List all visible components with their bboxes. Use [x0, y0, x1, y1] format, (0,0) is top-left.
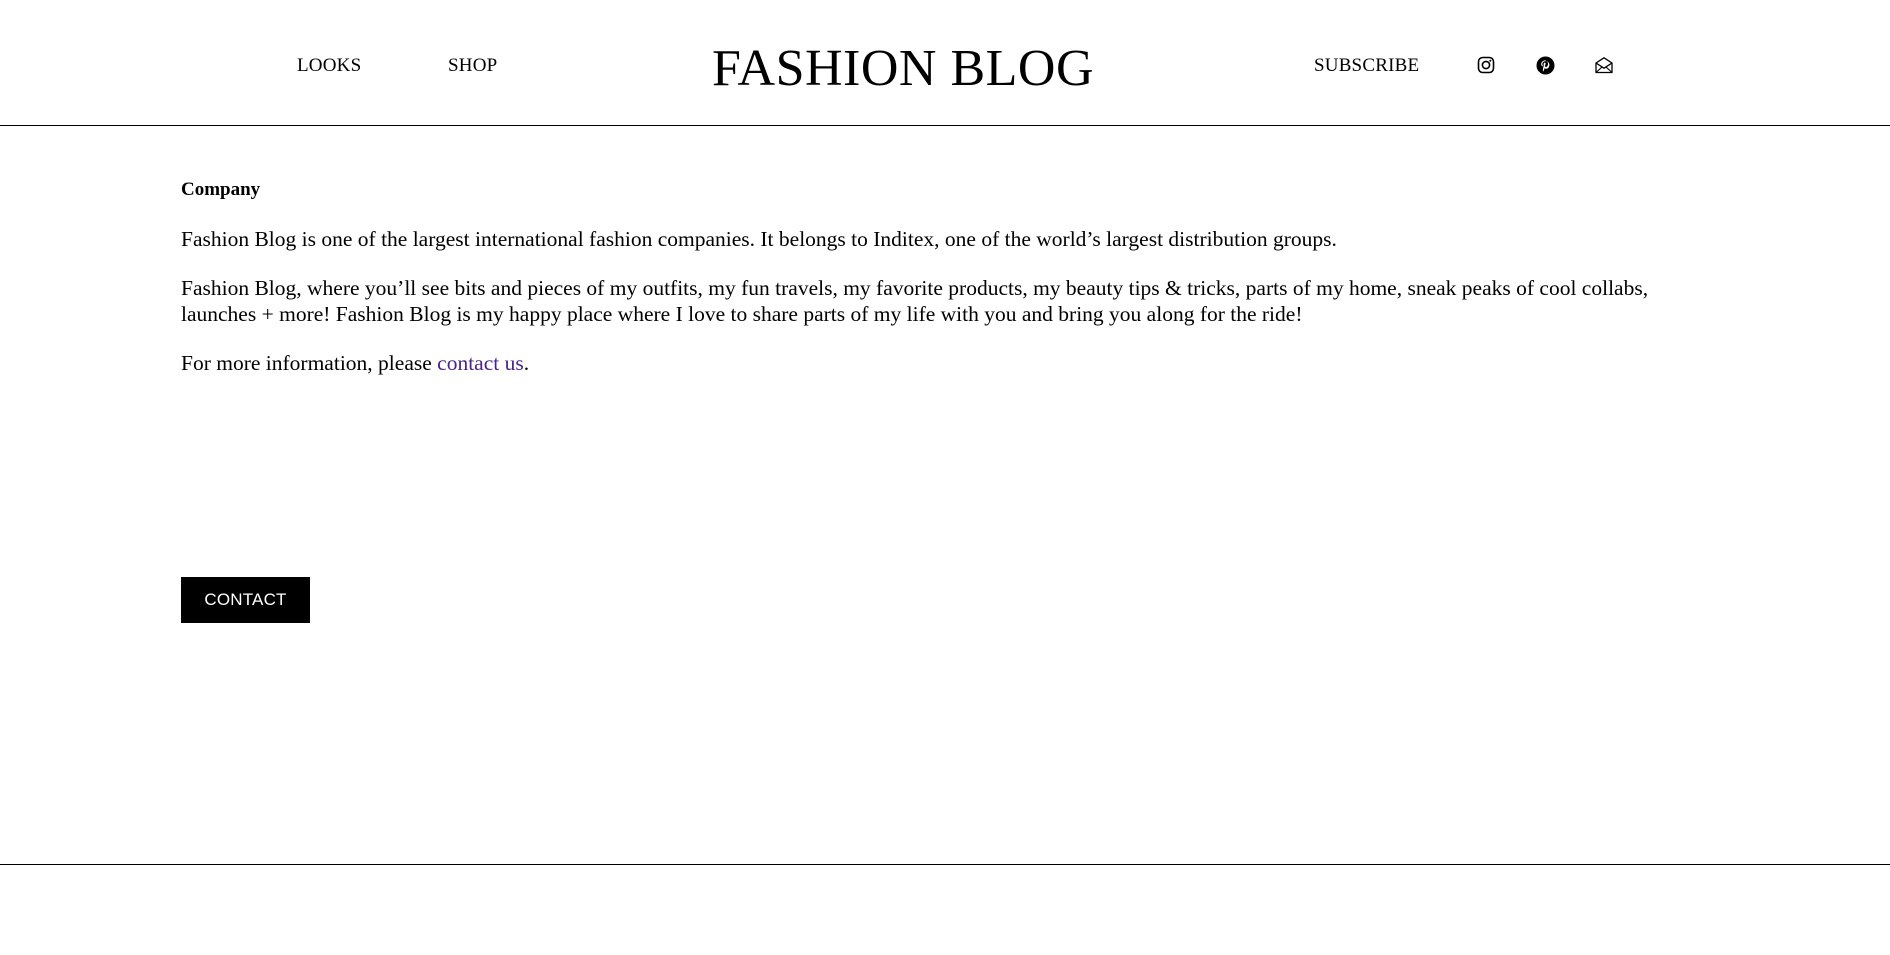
contact-us-link[interactable]: contact us [437, 351, 524, 375]
pinterest-icon[interactable] [1534, 54, 1556, 76]
company-paragraph-1: Fashion Blog is one of the largest inter… [181, 227, 1337, 251]
company-paragraph-3: For more information, please contact us. [181, 350, 1661, 376]
site-header: LOOKS SHOP FASHION BLOG SUBSCRIBE [0, 0, 1890, 126]
instagram-icon[interactable] [1475, 54, 1497, 76]
mail-icon[interactable] [1593, 54, 1615, 76]
contact-button[interactable]: CONTACT [181, 577, 310, 623]
company-heading: Company [181, 179, 261, 200]
paragraph-3-prefix: For more information, please [181, 351, 438, 375]
paragraph-3-suffix: . [523, 351, 530, 375]
company-section: Company Fashion Blog is one of the large… [181, 178, 1661, 399]
company-paragraph-2: Fashion Blog, where you’ll see bits and … [181, 276, 1649, 326]
footer-divider [0, 864, 1890, 865]
nav-subscribe-link[interactable]: SUBSCRIBE [1314, 54, 1419, 78]
